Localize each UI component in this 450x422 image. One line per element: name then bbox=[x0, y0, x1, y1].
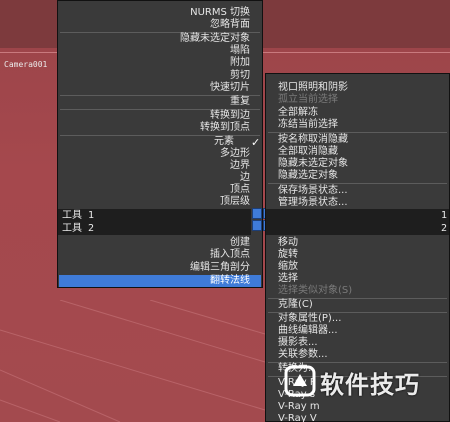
menu-item-select-similar: 选择类似对象(S) bbox=[278, 285, 353, 296]
menu-item-quickslice[interactable]: 快速切片 bbox=[210, 82, 250, 94]
quad-selector-tl[interactable] bbox=[252, 208, 262, 219]
quad-title-display2: 2 bbox=[266, 222, 449, 235]
menu-item-dope-sheet[interactable]: 摄影表... bbox=[278, 337, 318, 349]
quad-selector-bl[interactable] bbox=[252, 220, 262, 231]
menu-item-nurms-toggle[interactable]: NURMS 切换 bbox=[190, 7, 250, 19]
menu-item-save-scene-state[interactable]: 保存场景状态... bbox=[278, 185, 348, 197]
menu-item-repeat[interactable]: 重复 bbox=[230, 96, 250, 108]
quad-title-tools2: 工具 2 bbox=[58, 222, 251, 235]
menu-item-attach[interactable]: 附加 bbox=[230, 57, 250, 69]
menu-item-select[interactable]: 选择 bbox=[278, 273, 298, 285]
menu-item-create[interactable]: 创建 bbox=[230, 237, 250, 249]
menu-item-top-level[interactable]: 顶层级 bbox=[220, 196, 250, 208]
menu-item-unhide-all[interactable]: 全部取消隐藏 bbox=[278, 146, 338, 158]
menu-item-wire-parameters[interactable]: 关联参数... bbox=[278, 349, 328, 361]
menu-item-clone[interactable]: 克隆(C) bbox=[278, 299, 313, 311]
menu-item-edit-triangulation[interactable]: 编辑三角剖分 bbox=[190, 262, 250, 274]
menu-item-rotate[interactable]: 旋转 bbox=[278, 249, 298, 261]
menu-item-element[interactable]: 元素 bbox=[214, 136, 234, 148]
menu-item-manage-scene-states[interactable]: 管理场景状态... bbox=[278, 197, 348, 209]
menu-item-ignore-backfacing[interactable]: 忽略背面 bbox=[210, 19, 250, 31]
menu-item-isolate-selection: 孤立当前选择 bbox=[278, 94, 338, 105]
menu-item-freeze-selection[interactable]: 冻结当前选择 bbox=[278, 119, 338, 131]
menu-item-hide-selection[interactable]: 隐藏选定对象 bbox=[278, 170, 338, 182]
menu-item-flip-normals[interactable]: 翻转法线 bbox=[59, 275, 261, 287]
quad-title-tools1: 工具 1 bbox=[58, 209, 251, 222]
menu-item-hide-unselected[interactable]: 隐藏未选定对象 bbox=[180, 33, 250, 45]
menu-item-insert-vertex[interactable]: 插入顶点 bbox=[210, 249, 250, 261]
viewport-camera-label[interactable]: Camera001 bbox=[4, 60, 47, 72]
check-icon: ✓ bbox=[251, 136, 261, 149]
menu-separator bbox=[268, 183, 447, 184]
watermark-text: 软件技巧 bbox=[320, 371, 420, 399]
menu-item-unhide-by-name[interactable]: 按名称取消隐藏 bbox=[278, 134, 348, 146]
menu-item-collapse[interactable]: 塌陷 bbox=[230, 45, 250, 57]
menu-item-unfreeze-all[interactable]: 全部解冻 bbox=[278, 107, 318, 119]
menu-item-vertex[interactable]: 顶点 bbox=[230, 184, 250, 196]
menu-item-convert-to-edge[interactable]: 转换到边 bbox=[210, 110, 250, 122]
menu-item-cut[interactable]: 剪切 bbox=[230, 70, 250, 82]
menu-item-convert-to-vertex[interactable]: 转换到顶点 bbox=[200, 122, 250, 134]
menu-item-viewport-lighting[interactable]: 视口照明和阴影 bbox=[278, 82, 348, 94]
watermark-logo-icon bbox=[284, 365, 316, 397]
menu-item-object-properties[interactable]: 对象属性(P)... bbox=[278, 313, 341, 325]
menu-item-hide-unselected[interactable]: 隐藏未选定对象 bbox=[278, 158, 348, 170]
menu-item-vray-vfb[interactable]: V-Ray V bbox=[278, 413, 317, 422]
menu-item-vray-mesh[interactable]: V-Ray m bbox=[278, 401, 320, 413]
menu-item-border[interactable]: 边界 bbox=[230, 160, 250, 172]
menu-item-curve-editor[interactable]: 曲线编辑器... bbox=[278, 325, 338, 337]
menu-item-scale[interactable]: 缩放 bbox=[278, 261, 298, 273]
menu-item-polygon[interactable]: 多边形 bbox=[220, 148, 250, 160]
menu-item-move[interactable]: 移动 bbox=[278, 237, 298, 249]
menu-item-edge[interactable]: 边 bbox=[240, 172, 250, 184]
quad-title-display1: 1 bbox=[266, 209, 449, 222]
menu-separator bbox=[268, 132, 447, 133]
quad-menu-left: NURMS 切换 忽略背面 隐藏未选定对象 塌陷 附加 剪切 快速切片 重复 转… bbox=[57, 0, 263, 288]
